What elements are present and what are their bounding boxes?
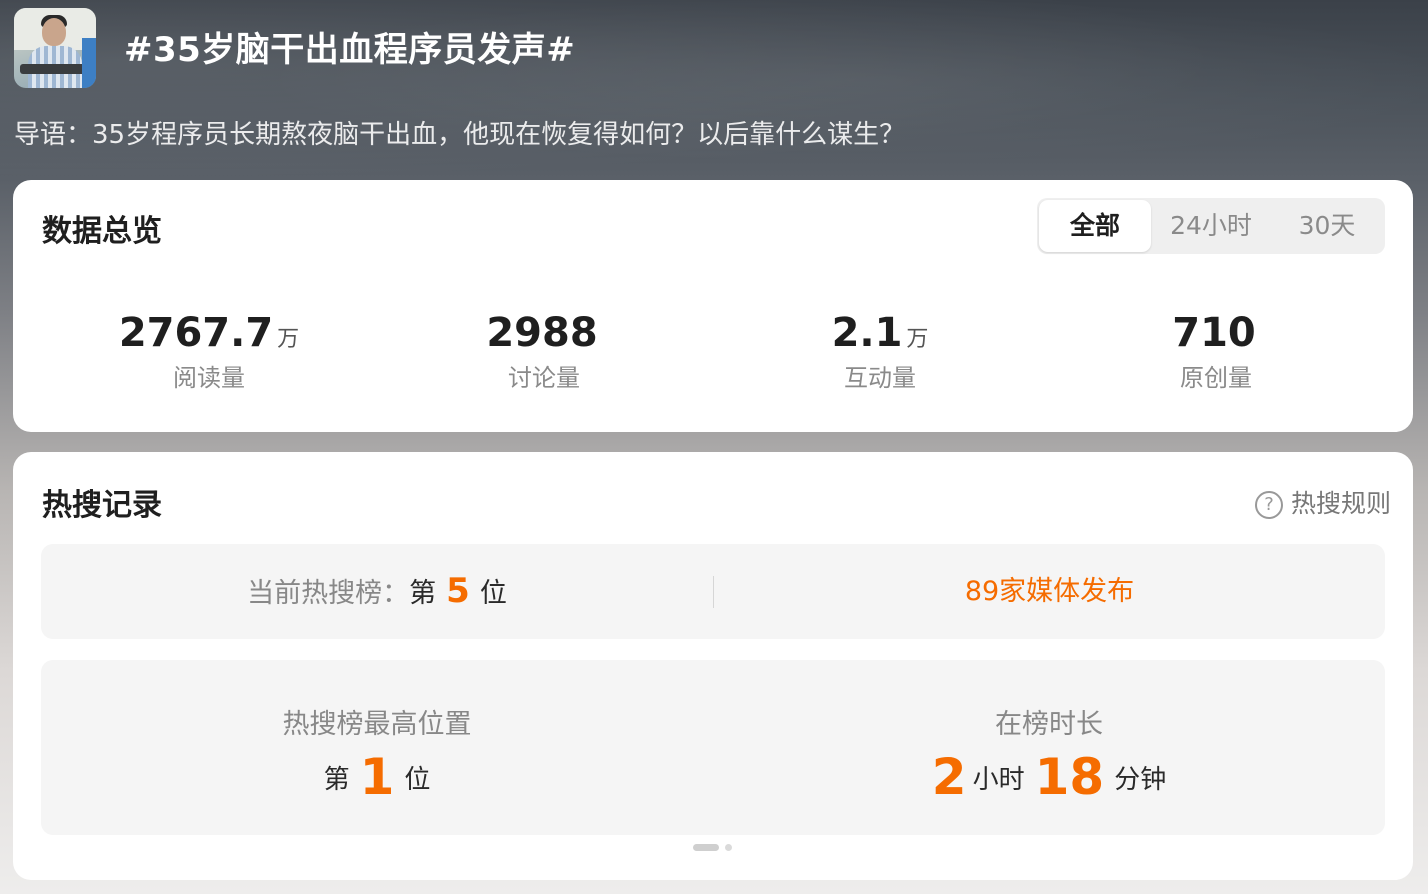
stat-reads-number: 2767.7 <box>118 310 274 356</box>
best-rank-suffix: 位 <box>404 765 431 795</box>
stat-discussions-number: 2988 <box>486 310 598 356</box>
duration-hours: 2 <box>931 748 967 806</box>
question-circle-icon: ? <box>1254 491 1283 519</box>
stat-reads-label: 阅读量 <box>173 364 245 392</box>
stat-reads: 2767.7 万 阅读量 <box>59 310 359 393</box>
stat-originals-number: 710 <box>1172 310 1256 356</box>
topic-intro: 导语：35岁程序员长期熬夜脑干出血，他现在恢复得如何？以后靠什么谋生？ <box>14 120 906 150</box>
tab-24h[interactable]: 24小时 <box>1153 198 1269 254</box>
stat-originals: 710 原创量 <box>1066 310 1366 393</box>
time-range-tabs: 全部 24小时 30天 <box>1037 198 1385 254</box>
current-rank-panel: 当前热搜榜：第 5 位 89家媒体发布 <box>41 544 1385 639</box>
current-rank-label: 当前热搜榜： <box>247 578 410 609</box>
topic-avatar[interactable] <box>14 8 96 88</box>
current-rank: 当前热搜榜：第 5 位 <box>41 544 713 639</box>
current-rank-number: 5 <box>446 571 470 611</box>
stat-discussions: 2988 讨论量 <box>394 310 694 393</box>
tab-all[interactable]: 全部 <box>1039 200 1151 252</box>
time-on-list-label: 在榜时长 <box>995 709 1103 740</box>
data-overview-card: 数据总览 全部 24小时 30天 2767.7 万 阅读量 2988 讨论量 2.… <box>13 180 1413 432</box>
time-on-list-value: 2 小时 18 分钟 <box>713 748 1385 806</box>
avatar-blue-panel <box>82 38 96 88</box>
pager-dot[interactable] <box>725 844 732 851</box>
current-rank-suffix: 位 <box>479 578 507 609</box>
time-on-list: 在榜时长 2 小时 18 分钟 <box>713 660 1385 835</box>
stat-discussions-label: 讨论量 <box>508 364 580 392</box>
pager-dot-active[interactable] <box>693 844 719 851</box>
best-position: 热搜榜最高位置 第1位 <box>41 660 713 835</box>
tab-30d[interactable]: 30天 <box>1269 198 1385 254</box>
avatar-wheelchair <box>20 64 90 74</box>
duration-minutes: 18 <box>1034 748 1105 806</box>
best-position-label: 热搜榜最高位置 <box>282 709 472 740</box>
stat-originals-label: 原创量 <box>1180 364 1252 392</box>
hot-search-card: 热搜记录 ? 热搜规则 当前热搜榜：第 5 位 89家媒体发布 热搜榜最高位置 第1位… <box>13 452 1413 880</box>
avatar-head <box>42 18 66 46</box>
stat-originals-value: 710 <box>1066 310 1366 356</box>
stat-discussions-value: 2988 <box>394 310 694 356</box>
rules-label: 热搜规则 <box>1290 489 1391 518</box>
best-rank-panel: 热搜榜最高位置 第1位 在榜时长 2 小时 18 分钟 <box>41 660 1385 835</box>
stat-interactions-value: 2.1 万 <box>730 310 1030 356</box>
hot-search-title: 热搜记录 <box>42 488 162 523</box>
topic-title: #35岁脑干出血程序员发声# <box>124 30 576 70</box>
hot-search-rules-link[interactable]: ? 热搜规则 <box>1254 484 1391 520</box>
current-rank-prefix: 第 <box>409 578 437 609</box>
hours-unit: 小时 <box>972 765 1025 795</box>
minutes-unit: 分钟 <box>1114 765 1167 795</box>
overview-title: 数据总览 <box>42 214 162 249</box>
best-rank-number: 1 <box>359 748 395 806</box>
best-rank-prefix: 第 <box>323 765 350 795</box>
stat-reads-unit: 万 <box>277 327 300 352</box>
media-publish-link[interactable]: 89家媒体发布 <box>714 544 1385 639</box>
stat-interactions: 2.1 万 互动量 <box>730 310 1030 393</box>
stat-interactions-number: 2.1 <box>831 310 903 356</box>
stat-interactions-unit: 万 <box>906 327 929 352</box>
stat-reads-value: 2767.7 万 <box>59 310 359 356</box>
best-position-value: 第1位 <box>41 748 713 806</box>
stat-interactions-label: 互动量 <box>844 364 916 392</box>
